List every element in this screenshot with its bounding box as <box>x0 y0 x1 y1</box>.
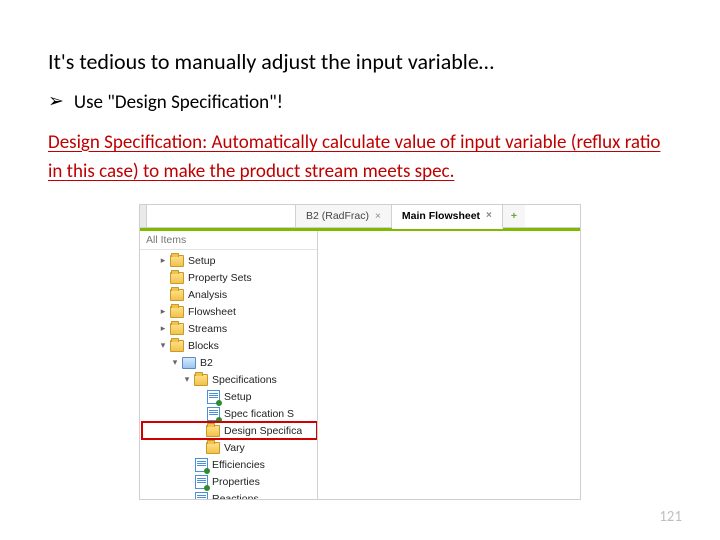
panes: All Items ▸Setup▸Property Sets▸Analysis▸… <box>140 231 580 499</box>
tree-item[interactable]: ▸Property Sets <box>142 269 317 286</box>
tree-item[interactable]: ▸ Flowsheet <box>142 303 317 320</box>
close-icon[interactable]: × <box>486 210 492 221</box>
sheet-ok-icon <box>194 476 208 488</box>
tree-item-label: Property Sets <box>188 272 252 284</box>
chevron-down-icon[interactable]: ▾ <box>170 358 180 368</box>
tree-item-label: Streams <box>188 323 227 335</box>
tree-item[interactable]: ▸Setup <box>142 388 317 405</box>
folder-icon <box>206 425 220 437</box>
folder-icon <box>170 289 184 301</box>
tab-label: Main Flowsheet <box>402 210 480 222</box>
tree-item[interactable]: ▸Reactions <box>142 490 317 499</box>
bullet-text: Use "Design Specification"! <box>74 91 283 114</box>
tree-item-label: Specifications <box>212 374 277 386</box>
tree-item[interactable]: ▸Properties <box>142 473 317 490</box>
sheet-ok-icon <box>206 408 220 420</box>
chevron-right-icon[interactable]: ▸ <box>158 324 168 334</box>
page-number: 121 <box>659 508 682 526</box>
nav-tree[interactable]: ▸Setup▸Property Sets▸Analysis▸Flowsheet▸… <box>140 250 317 499</box>
tree-item-label: Spec fication S <box>224 408 294 420</box>
nav-header: All Items <box>140 231 317 250</box>
chevron-right-icon[interactable]: ▸ <box>158 307 168 317</box>
tree-item-label: Setup <box>224 391 251 403</box>
folder-icon <box>194 374 208 386</box>
tab-label: B2 (RadFrac) <box>306 210 369 222</box>
tree-item[interactable]: ▸ Streams <box>142 320 317 337</box>
bullet-glyph-icon: ➢ <box>48 91 64 114</box>
tree-item-label: Design Specifica <box>224 425 302 437</box>
tree-item-label: Analysis <box>188 289 227 301</box>
chevron-down-icon[interactable]: ▾ <box>182 375 192 385</box>
folder-icon <box>170 323 184 335</box>
close-icon[interactable]: × <box>375 211 381 222</box>
folder-icon <box>206 442 220 454</box>
folder-icon <box>170 255 184 267</box>
tab-add-button[interactable]: + <box>503 205 525 227</box>
tab-radfrac[interactable]: B2 (RadFrac) × <box>296 205 392 227</box>
tree-item-label: Efficiencies <box>212 459 265 471</box>
tree-item-label: Reactions <box>212 493 259 500</box>
tree-item[interactable]: ▸Vary <box>142 439 317 456</box>
folder-icon <box>170 306 184 318</box>
slide: It's tedious to manually adjust the inpu… <box>0 0 720 540</box>
chevron-down-icon[interactable]: ▾ <box>158 341 168 351</box>
sheet-ok-icon <box>194 459 208 471</box>
tree-item[interactable]: ▸Efficiencies <box>142 456 317 473</box>
flowsheet-canvas[interactable] <box>318 231 580 499</box>
chevron-right-icon[interactable]: ▸ <box>158 256 168 266</box>
tree-item-label: Properties <box>212 476 260 488</box>
tree-item-label: Flowsheet <box>188 306 236 318</box>
app-window: B2 (RadFrac) × Main Flowsheet × + All It… <box>139 204 581 500</box>
block-icon <box>182 357 196 369</box>
tree-item-label: Setup <box>188 255 215 267</box>
tree-item[interactable]: ▸ Setup <box>142 252 317 269</box>
tree-item-label: Vary <box>224 442 245 454</box>
folder-icon <box>170 340 184 352</box>
tree-item[interactable]: ▾ Specifications <box>142 371 317 388</box>
tab-divider <box>146 205 147 227</box>
sheet-ok-icon <box>194 493 208 500</box>
tree-item[interactable]: ▾ B2 <box>142 354 317 371</box>
nav-tree-panel: All Items ▸Setup▸Property Sets▸Analysis▸… <box>140 231 318 499</box>
tree-item-label: B2 <box>200 357 213 369</box>
tab-bar: B2 (RadFrac) × Main Flowsheet × + <box>140 205 580 228</box>
tree-item[interactable]: ▸Analysis <box>142 286 317 303</box>
bullet-line: ➢ Use "Design Specification"! <box>48 91 672 114</box>
headline: It's tedious to manually adjust the inpu… <box>48 48 672 77</box>
tree-item[interactable]: ▸Spec fication S <box>142 405 317 422</box>
sheet-ok-icon <box>206 391 220 403</box>
tree-item[interactable]: ▾ Blocks <box>142 337 317 354</box>
folder-icon <box>170 272 184 284</box>
design-spec-description: Design Specification: Automatically calc… <box>48 128 672 187</box>
tree-item-label: Blocks <box>188 340 219 352</box>
tab-main-flowsheet[interactable]: Main Flowsheet × <box>392 205 503 229</box>
tree-item[interactable]: ▸Design Specifica <box>142 422 317 439</box>
